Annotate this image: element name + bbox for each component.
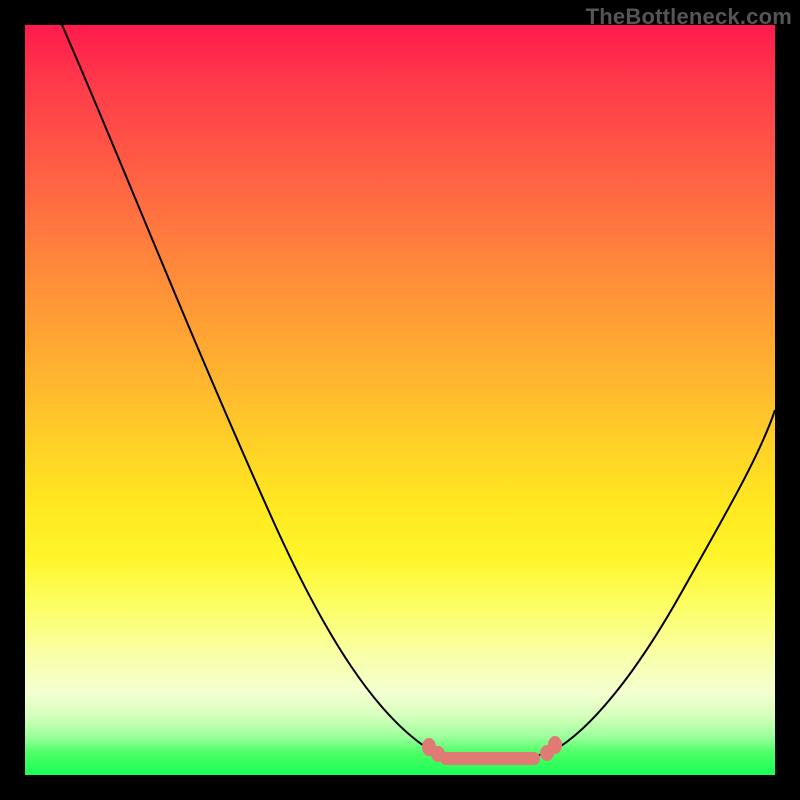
chart-svg <box>25 25 775 775</box>
curve-right-arm <box>553 410 775 751</box>
curve-left-arm <box>62 25 430 750</box>
watermark-text: TheBottleneck.com <box>586 4 792 30</box>
minimum-marker-band <box>422 736 562 765</box>
chart-frame: TheBottleneck.com <box>0 0 800 800</box>
